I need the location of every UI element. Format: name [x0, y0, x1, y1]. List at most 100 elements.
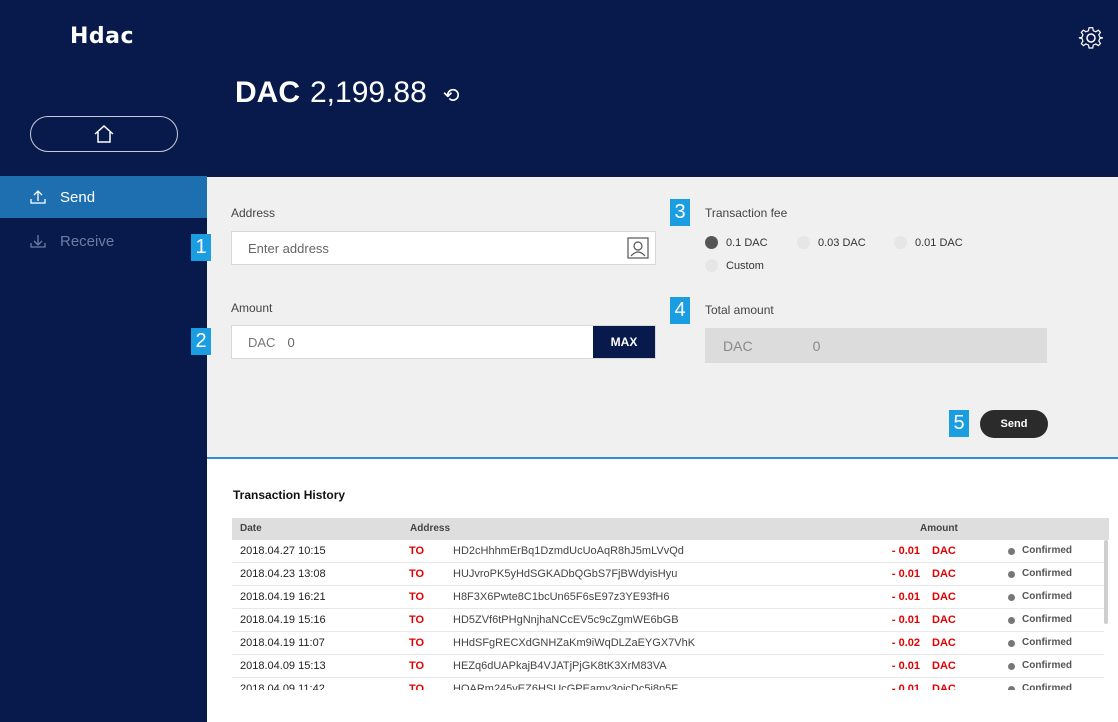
history-title: Transaction History	[233, 488, 346, 502]
row-status: Confirmed	[1022, 591, 1072, 602]
sidebar: Hdac Send Receive	[0, 0, 207, 722]
address-label: Address	[231, 206, 276, 220]
row-date: 2018.04.19 11:07	[240, 637, 325, 649]
row-date: 2018.04.09 15:13	[240, 660, 326, 672]
row-address: HEZq6dUAPkajB4VJATjPjGK8tK3XrM83VA	[453, 660, 667, 672]
row-direction: TO	[409, 568, 425, 580]
row-amount: - 0.01	[891, 591, 920, 603]
sidebar-item-send[interactable]: Send	[0, 176, 207, 218]
table-row[interactable]: 2018.04.19 15:16 TO HD5ZVf6tPHgNnjhaNCcEV5…	[232, 609, 1104, 632]
row-amount: - 0.01	[891, 614, 920, 626]
row-direction: TO	[409, 591, 425, 603]
row-address: HQARm245vEZ6HSUcGPEamy3oicDc5i8p5F	[453, 683, 678, 690]
fee-option-label: 0.1 DAC	[726, 236, 768, 249]
row-amount: - 0.01	[891, 683, 920, 690]
table-row[interactable]: 2018.04.09 15:13 TO HEZq6dUAPkajB4VJATjPjG…	[232, 655, 1104, 678]
marker-4: 4	[670, 297, 690, 324]
marker-5: 5	[949, 410, 969, 437]
status-dot-icon	[1008, 571, 1015, 578]
contact-icon[interactable]	[627, 237, 649, 259]
history-rows[interactable]: 2018.04.27 10:15 TO HD2cHhhmErBq1DzmdUcUoA…	[232, 540, 1104, 690]
balance-unit: DAC	[235, 76, 300, 109]
table-row[interactable]: 2018.04.09 11:42 TO HQARm245vEZ6HSUcGPEamy…	[232, 678, 1104, 690]
send-icon	[30, 190, 46, 204]
row-unit: DAC	[932, 591, 956, 603]
status-dot-icon	[1008, 548, 1015, 555]
address-input[interactable]: Enter address	[231, 231, 656, 265]
amount-input[interactable]: DAC 0 MAX	[231, 325, 656, 359]
fee-option-0-01[interactable]: 0.01 DAC	[894, 236, 963, 249]
column-date: Date	[240, 523, 262, 534]
balance-display: DAC 2,199.88 ⟲	[235, 76, 460, 110]
refresh-icon[interactable]: ⟲	[443, 83, 460, 108]
address-placeholder: Enter address	[248, 240, 329, 256]
home-button[interactable]	[30, 116, 178, 152]
row-date: 2018.04.19 15:16	[240, 614, 326, 626]
status-dot-icon	[1008, 663, 1015, 670]
row-address: HHdSFgRECXdGNHZaKm9iWqDLZaEYGX7VhK	[453, 637, 696, 649]
fee-option-0-1[interactable]: 0.1 DAC	[705, 236, 768, 249]
column-amount: Amount	[920, 523, 958, 534]
row-direction: TO	[409, 660, 425, 672]
fee-option-label: 0.01 DAC	[915, 236, 963, 249]
table-row[interactable]: 2018.04.19 16:21 TO H8F3X6Pwte8C1bcUn65F6s…	[232, 586, 1104, 609]
row-amount: - 0.01	[891, 545, 920, 557]
total-label: Total amount	[705, 303, 774, 317]
total-unit: DAC	[723, 337, 753, 354]
max-button[interactable]: MAX	[593, 326, 655, 358]
row-address: HUJvroPK5yHdSGKADbQGbS7FjBWdyisHyu	[453, 568, 678, 580]
row-amount: - 0.01	[891, 568, 920, 580]
send-button[interactable]: Send	[980, 410, 1048, 438]
row-unit: DAC	[932, 545, 956, 557]
radio-icon	[797, 236, 810, 249]
row-address: HD5ZVf6tPHgNnjhaNCcEV5c9cZgmWE6bGB	[453, 614, 679, 626]
gear-icon[interactable]	[1078, 25, 1104, 51]
sidebar-item-receive[interactable]: Receive	[0, 220, 207, 262]
balance-header: DAC 2,199.88 ⟲	[207, 0, 1118, 177]
radio-checked-icon	[705, 236, 718, 249]
row-amount: - 0.02	[891, 637, 920, 649]
row-status: Confirmed	[1022, 614, 1072, 625]
marker-1: 1	[191, 234, 211, 261]
row-amount: - 0.01	[891, 660, 920, 672]
fee-option-label: Custom	[726, 259, 764, 272]
total-amount-display: DAC 0	[705, 328, 1047, 363]
row-date: 2018.04.23 13:08	[240, 568, 326, 580]
table-row[interactable]: 2018.04.23 13:08 TO HUJvroPK5yHdSGKADbQGbS…	[232, 563, 1104, 586]
table-row[interactable]: 2018.04.19 11:07 TO HHdSFgRECXdGNHZaKm9iWq…	[232, 632, 1104, 655]
radio-icon	[705, 259, 718, 272]
table-row[interactable]: 2018.04.27 10:15 TO HD2cHhhmErBq1DzmdUcUoA…	[232, 540, 1104, 563]
row-direction: TO	[409, 683, 425, 690]
column-address: Address	[410, 523, 451, 534]
row-unit: DAC	[932, 660, 956, 672]
row-date: 2018.04.19 16:21	[240, 591, 326, 603]
amount-value: 0	[287, 334, 295, 350]
row-status: Confirmed	[1022, 545, 1072, 556]
status-dot-icon	[1008, 686, 1015, 690]
history-scrollbar[interactable]	[1104, 540, 1108, 624]
fee-label: Transaction fee	[705, 206, 788, 220]
row-unit: DAC	[932, 568, 956, 580]
receive-icon	[30, 235, 46, 248]
fee-option-custom[interactable]: Custom	[705, 259, 764, 272]
fee-option-0-03[interactable]: 0.03 DAC	[797, 236, 866, 249]
row-direction: TO	[409, 637, 425, 649]
home-icon	[94, 124, 114, 143]
row-direction: TO	[409, 545, 425, 557]
row-date: 2018.04.09 11:42	[240, 683, 325, 690]
amount-label: Amount	[231, 301, 273, 315]
row-address: H8F3X6Pwte8C1bcUn65F6sE97z3YE93fH6	[453, 591, 670, 603]
row-unit: DAC	[932, 637, 956, 649]
send-panel: Address 1 Enter address Amount 2 DAC 0 M…	[191, 177, 1118, 459]
row-address: HD2cHhhmErBq1DzmdUcUoAqR8hJ5mLVvQd	[453, 545, 684, 557]
row-status: Confirmed	[1022, 683, 1072, 690]
row-unit: DAC	[932, 683, 956, 690]
app-logo: Hdac	[70, 24, 135, 49]
amount-unit: DAC	[248, 334, 276, 350]
sidebar-item-label: Receive	[60, 232, 115, 250]
fee-option-label: 0.03 DAC	[818, 236, 866, 249]
status-dot-icon	[1008, 640, 1015, 647]
balance-value: 2,199.88	[310, 76, 427, 109]
row-status: Confirmed	[1022, 637, 1072, 648]
row-status: Confirmed	[1022, 660, 1072, 671]
